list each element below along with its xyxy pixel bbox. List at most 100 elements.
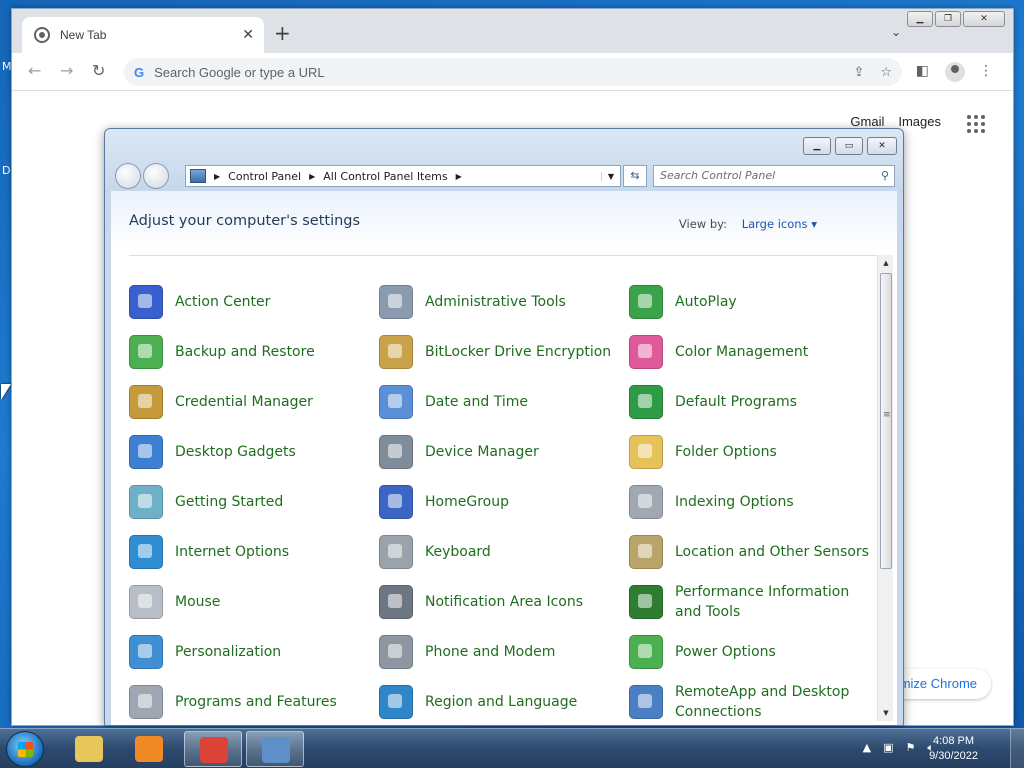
scroll-down-icon[interactable]: ▼ [878,705,894,721]
images-link[interactable]: Images [898,114,941,129]
cp-minimize-button[interactable]: ▁ [803,137,831,155]
chrome-tab-new-tab[interactable]: New Tab ✕ [22,17,264,53]
taskbar-button[interactable] [184,731,242,767]
cp-item[interactable]: Indexing Options [629,477,879,527]
share-icon[interactable]: ⇪ [853,65,864,80]
minimize-button[interactable]: ▁ [907,11,933,27]
breadcrumb-arrow-icon[interactable]: ▶ [456,172,462,181]
close-tab-icon[interactable]: ✕ [242,27,254,43]
color-management-icon [629,335,663,369]
programs-features-icon [129,685,163,719]
show-desktop-button[interactable] [1010,729,1024,768]
cp-item[interactable]: RemoteApp and Desktop Connections [629,677,879,725]
search-icon[interactable]: ⚲ [881,169,889,182]
cp-item[interactable]: Location and Other Sensors [629,527,879,577]
new-tab-plus-icon[interactable]: + [274,23,291,43]
desktop-gadgets-icon [129,435,163,469]
google-apps-icon[interactable] [967,115,985,133]
reload-icon[interactable]: ↻ [92,61,105,80]
cp-item[interactable]: Notification Area Icons [379,577,629,627]
address-bar[interactable]: ▶ Control Panel ▶ All Control Panel Item… [185,165,621,187]
cp-item[interactable]: Desktop Gadgets [129,427,379,477]
cp-item-label: Programs and Features [175,693,337,710]
getting-started-icon [129,485,163,519]
scroll-thumb[interactable] [880,273,892,569]
cp-item[interactable]: Personalization [129,627,379,677]
cp-item[interactable]: Color Management [629,327,879,377]
cp-item[interactable]: Date and Time [379,377,629,427]
gmail-link[interactable]: Gmail [850,114,884,129]
credential-vault-icon [129,385,163,419]
cp-item[interactable]: Keyboard [379,527,629,577]
forward-button[interactable] [143,163,169,189]
menu-kebab-icon[interactable]: ⋮ [979,63,993,79]
cp-item[interactable]: Internet Options [129,527,379,577]
media-player-icon [135,736,163,762]
forward-arrow-icon[interactable]: → [60,61,73,80]
cp-item-label: RemoteApp and Desktop Connections [675,683,850,720]
page-title: Adjust your computer's settings [129,213,361,229]
breadcrumb-arrow-icon[interactable]: ▶ [214,172,220,181]
cp-item[interactable]: Phone and Modem [379,627,629,677]
cp-item[interactable]: Administrative Tools [379,277,629,327]
start-button[interactable] [6,731,44,767]
show-hidden-icons-icon[interactable]: ▲ [863,741,871,755]
cp-item[interactable]: Performance Information and Tools [629,577,879,627]
cp-item[interactable]: Power Options [629,627,879,677]
cp-item-label: Default Programs [675,393,797,410]
side-panel-icon[interactable]: ◧ [916,63,929,79]
view-by-dropdown[interactable]: Large icons [742,217,817,231]
cp-item-label: Mouse [175,593,221,610]
action-center-flag-icon[interactable]: ⚑ [906,741,916,755]
cp-item[interactable]: Action Center [129,277,379,327]
cp-item[interactable]: Default Programs [629,377,879,427]
profile-avatar-icon[interactable] [945,62,965,82]
cp-item[interactable]: Backup and Restore [129,327,379,377]
restore-button[interactable]: ❐ [935,11,961,27]
cp-item[interactable]: Device Manager [379,427,629,477]
taskbar-button[interactable] [120,731,178,767]
back-button[interactable] [115,163,141,189]
folder-icon [629,435,663,469]
network-icon[interactable]: ▣ [883,741,893,755]
cp-item[interactable]: BitLocker Drive Encryption [379,327,629,377]
cp-item[interactable]: Getting Started [129,477,379,527]
mouse-icon [129,585,163,619]
breadcrumb-control-panel[interactable]: Control Panel [228,170,301,183]
cp-maximize-button[interactable]: ▭ [835,137,863,155]
cp-item-label: BitLocker Drive Encryption [425,343,612,360]
cp-item[interactable]: HomeGroup [379,477,629,527]
taskbar-button[interactable] [60,731,118,767]
cp-content: Adjust your computer's settings View by:… [111,191,897,725]
omnibox[interactable]: G Search Google or type a URL ⇪ ☆ [124,58,902,86]
cp-window-controls: ▁ ▭ ✕ [803,137,897,155]
cp-item[interactable]: AutoPlay [629,277,879,327]
cp-item-label: Administrative Tools [425,293,566,310]
cp-item[interactable]: Region and Language [379,677,629,725]
cp-item-label: Color Management [675,343,809,360]
close-window-button[interactable]: ✕ [963,11,1005,27]
cp-item-label: Keyboard [425,543,491,560]
breadcrumb-arrow-icon[interactable]: ▶ [309,172,315,181]
cp-item-label: Internet Options [175,543,290,560]
tab-search-chevron-icon[interactable]: ⌄ [891,25,901,39]
cp-item[interactable]: Programs and Features [129,677,379,725]
control-panel-items: Action Center Administrative Tools AutoPla… [129,277,879,725]
calendar-clock-icon [379,385,413,419]
vertical-scrollbar[interactable]: ▲ ▼ [877,255,893,721]
refresh-icon[interactable]: ⇆ [623,165,647,187]
breadcrumb-all-items[interactable]: All Control Panel Items [323,170,447,183]
address-dropdown-icon[interactable]: ▼ [600,171,620,181]
back-arrow-icon[interactable]: ← [28,61,41,80]
cp-item[interactable]: Mouse [129,577,379,627]
cp-item[interactable]: Credential Manager [129,377,379,427]
scroll-up-icon[interactable]: ▲ [878,255,894,271]
taskbar-button[interactable] [246,731,304,767]
bookmark-star-icon[interactable]: ☆ [880,65,892,80]
search-input[interactable]: Search Control Panel ⚲ [653,165,895,187]
cp-item[interactable]: Folder Options [629,427,879,477]
clock[interactable]: 4:08 PM 9/30/2022 [929,734,978,764]
cp-close-button[interactable]: ✕ [867,137,897,155]
cp-item-label: Location and Other Sensors [675,543,869,560]
chrome-favicon-icon [34,27,50,43]
